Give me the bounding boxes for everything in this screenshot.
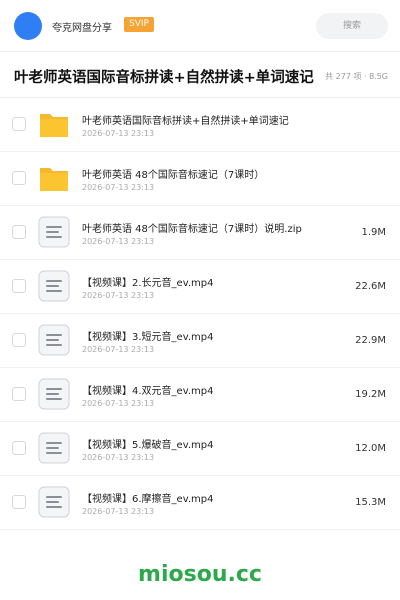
file-date: 2026-07-13 23:13 bbox=[82, 399, 155, 408]
file-icon bbox=[37, 377, 71, 411]
file-count: 共 277 项 · 8.5G bbox=[325, 72, 388, 81]
file-icon bbox=[37, 431, 71, 465]
row-checkbox[interactable] bbox=[12, 387, 26, 401]
file-name: 【视频课】2.长元音_ev.mp4 bbox=[82, 278, 214, 289]
file-size: 22.9M bbox=[355, 335, 386, 346]
file-icon bbox=[37, 323, 71, 357]
file-size: 15.3M bbox=[355, 497, 386, 508]
file-name: 叶老师英语国际音标拼读+自然拼读+单词速记 bbox=[82, 116, 289, 127]
list-item[interactable]: 【视频课】4.双元音_ev.mp4 2026-07-13 23:13 19.2M bbox=[0, 368, 400, 422]
file-size: 19.2M bbox=[355, 389, 386, 400]
list-item[interactable]: 【视频课】6.摩擦音_ev.mp4 2026-07-13 23:13 15.3M bbox=[0, 476, 400, 530]
file-name: 叶老师英语 48个国际音标速记（7课时）说明.zip bbox=[82, 224, 302, 235]
share-title: 夸克网盘分享 bbox=[52, 23, 112, 34]
row-checkbox[interactable] bbox=[12, 171, 26, 185]
file-name: 【视频课】3.短元音_ev.mp4 bbox=[82, 332, 214, 343]
file-name: 【视频课】6.摩擦音_ev.mp4 bbox=[82, 494, 214, 505]
page-title: 叶老师英语国际音标拼读+自然拼读+单词速记 bbox=[14, 70, 314, 86]
watermark: miosou.cc bbox=[138, 562, 262, 587]
file-size: 12.0M bbox=[355, 443, 386, 454]
file-icon bbox=[37, 215, 71, 249]
file-date: 2026-07-13 23:13 bbox=[82, 291, 155, 300]
folder-icon bbox=[37, 107, 71, 141]
file-name: 【视频课】4.双元音_ev.mp4 bbox=[82, 386, 214, 397]
file-size: 1.9M bbox=[361, 227, 386, 238]
file-icon bbox=[37, 485, 71, 519]
svip-badge: SVIP bbox=[124, 17, 154, 32]
row-checkbox[interactable] bbox=[12, 225, 26, 239]
avatar[interactable] bbox=[14, 12, 42, 40]
file-date: 2026-07-13 23:13 bbox=[82, 183, 155, 192]
list-item[interactable]: 叶老师英语 48个国际音标速记（7课时）说明.zip 2026-07-13 23… bbox=[0, 206, 400, 260]
file-name: 【视频课】5.爆破音_ev.mp4 bbox=[82, 440, 214, 451]
row-checkbox[interactable] bbox=[12, 441, 26, 455]
file-icon bbox=[37, 269, 71, 303]
title-row: 叶老师英语国际音标拼读+自然拼读+单词速记 共 277 项 · 8.5G bbox=[0, 52, 400, 98]
file-date: 2026-07-13 23:13 bbox=[82, 237, 155, 246]
row-checkbox[interactable] bbox=[12, 495, 26, 509]
row-checkbox[interactable] bbox=[12, 117, 26, 131]
folder-icon bbox=[37, 161, 71, 195]
list-item[interactable]: 叶老师英语 48个国际音标速记（7课时） 2026-07-13 23:13 bbox=[0, 152, 400, 206]
file-date: 2026-07-13 23:13 bbox=[82, 129, 155, 138]
file-size: 22.6M bbox=[355, 281, 386, 292]
file-date: 2026-07-13 23:13 bbox=[82, 345, 155, 354]
file-date: 2026-07-13 23:13 bbox=[82, 507, 155, 516]
row-checkbox[interactable] bbox=[12, 333, 26, 347]
header-bar: 夸克网盘分享 SVIP 搜索 bbox=[0, 0, 400, 52]
file-list: 叶老师英语国际音标拼读+自然拼读+单词速记 2026-07-13 23:13 叶… bbox=[0, 98, 400, 530]
search-input[interactable]: 搜索 bbox=[316, 13, 388, 39]
list-item[interactable]: 叶老师英语国际音标拼读+自然拼读+单词速记 2026-07-13 23:13 bbox=[0, 98, 400, 152]
list-item[interactable]: 【视频课】3.短元音_ev.mp4 2026-07-13 23:13 22.9M bbox=[0, 314, 400, 368]
list-item[interactable]: 【视频课】2.长元音_ev.mp4 2026-07-13 23:13 22.6M bbox=[0, 260, 400, 314]
row-checkbox[interactable] bbox=[12, 279, 26, 293]
file-name: 叶老师英语 48个国际音标速记（7课时） bbox=[82, 170, 265, 181]
file-date: 2026-07-13 23:13 bbox=[82, 453, 155, 462]
list-item[interactable]: 【视频课】5.爆破音_ev.mp4 2026-07-13 23:13 12.0M bbox=[0, 422, 400, 476]
